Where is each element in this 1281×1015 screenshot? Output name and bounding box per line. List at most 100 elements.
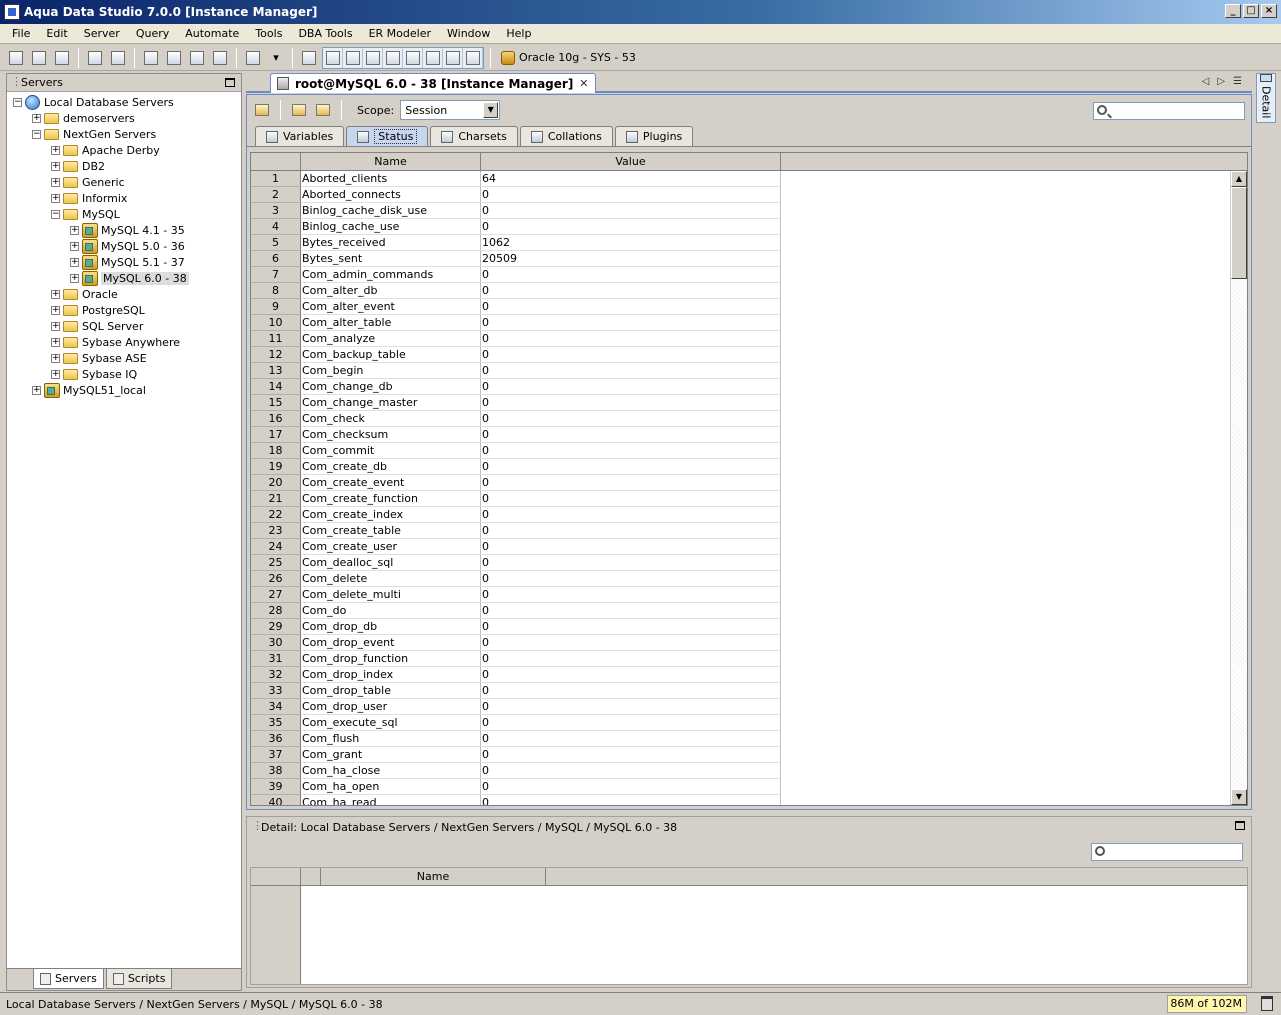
table-row[interactable]: 32 Com_drop_index 0: [251, 667, 1247, 683]
status-name-cell[interactable]: Com_drop_table: [301, 683, 481, 699]
chart-view-icon[interactable]: [403, 47, 423, 68]
menu-query[interactable]: Query: [128, 27, 177, 40]
status-value-cell[interactable]: 0: [481, 219, 781, 235]
flush-icon[interactable]: [290, 101, 308, 119]
tab-status[interactable]: Status: [346, 126, 429, 146]
expand-icon[interactable]: +: [51, 193, 60, 203]
tree-node[interactable]: + MySQL 5.0 - 36: [11, 238, 237, 254]
expand-icon[interactable]: +: [70, 225, 79, 235]
status-name-cell[interactable]: Com_ha_open: [301, 779, 481, 795]
menu-file[interactable]: File: [4, 27, 38, 40]
table-row[interactable]: 27 Com_delete_multi 0: [251, 587, 1247, 603]
status-value-cell[interactable]: 0: [481, 779, 781, 795]
expand-icon[interactable]: +: [70, 273, 79, 283]
table-row[interactable]: 11 Com_analyze 0: [251, 331, 1247, 347]
tree-node[interactable]: − Local Database Servers: [11, 94, 237, 110]
table-row[interactable]: 10 Com_alter_table 0: [251, 315, 1247, 331]
expand-icon[interactable]: +: [51, 321, 60, 331]
table-row[interactable]: 12 Com_backup_table 0: [251, 347, 1247, 363]
tree-node[interactable]: + Sybase IQ: [11, 366, 237, 382]
expand-icon[interactable]: +: [51, 369, 60, 379]
table-row[interactable]: 9 Com_alter_event 0: [251, 299, 1247, 315]
refresh-icon[interactable]: [253, 101, 271, 119]
status-name-cell[interactable]: Com_analyze: [301, 331, 481, 347]
restore-panel-icon[interactable]: [1235, 821, 1245, 830]
report-view-icon[interactable]: [443, 47, 463, 68]
table-row[interactable]: 34 Com_drop_user 0: [251, 699, 1247, 715]
table-row[interactable]: 26 Com_delete 0: [251, 571, 1247, 587]
table-row[interactable]: 36 Com_flush 0: [251, 731, 1247, 747]
status-value-cell[interactable]: 0: [481, 747, 781, 763]
table-row[interactable]: 5 Bytes_received 1062: [251, 235, 1247, 251]
tab-scripts[interactable]: Scripts: [105, 969, 173, 989]
table-row[interactable]: 28 Com_do 0: [251, 603, 1247, 619]
status-value-cell[interactable]: 0: [481, 491, 781, 507]
menu-window[interactable]: Window: [439, 27, 498, 40]
status-name-cell[interactable]: Com_create_user: [301, 539, 481, 555]
status-value-cell[interactable]: 0: [481, 699, 781, 715]
table-row[interactable]: 39 Com_ha_open 0: [251, 779, 1247, 795]
vertical-scrollbar[interactable]: ▲ ▼: [1230, 171, 1247, 805]
status-name-cell[interactable]: Com_delete_multi: [301, 587, 481, 603]
status-name-cell[interactable]: Com_checksum: [301, 427, 481, 443]
tab-left-icon[interactable]: ◁: [1202, 76, 1210, 87]
tab-list-icon[interactable]: ☰: [1233, 76, 1242, 87]
status-value-cell[interactable]: 0: [481, 715, 781, 731]
status-name-cell[interactable]: Com_change_db: [301, 379, 481, 395]
status-value-cell[interactable]: 0: [481, 651, 781, 667]
unregister-server-icon[interactable]: [29, 48, 49, 68]
menu-dba-tools[interactable]: DBA Tools: [290, 27, 360, 40]
status-name-cell[interactable]: Binlog_cache_use: [301, 219, 481, 235]
table-row[interactable]: 17 Com_checksum 0: [251, 427, 1247, 443]
status-value-cell[interactable]: 64: [481, 171, 781, 187]
status-name-cell[interactable]: Com_begin: [301, 363, 481, 379]
status-name-cell[interactable]: Com_drop_user: [301, 699, 481, 715]
table-row[interactable]: 14 Com_change_db 0: [251, 379, 1247, 395]
split-view-icon[interactable]: [343, 47, 363, 68]
scroll-up-icon[interactable]: ▲: [1231, 171, 1247, 187]
table-row[interactable]: 40 Com_ha_read 0: [251, 795, 1247, 805]
detail-filter-input[interactable]: [1091, 843, 1243, 861]
status-name-cell[interactable]: Aborted_clients: [301, 171, 481, 187]
table-row[interactable]: 3 Binlog_cache_disk_use 0: [251, 203, 1247, 219]
status-name-cell[interactable]: Com_grant: [301, 747, 481, 763]
tree-node[interactable]: + Apache Derby: [11, 142, 237, 158]
tree-node[interactable]: + Informix: [11, 190, 237, 206]
status-value-cell[interactable]: 0: [481, 363, 781, 379]
status-value-cell[interactable]: 0: [481, 635, 781, 651]
status-name-cell[interactable]: Binlog_cache_disk_use: [301, 203, 481, 219]
table-row[interactable]: 23 Com_create_table 0: [251, 523, 1247, 539]
status-name-cell[interactable]: Com_commit: [301, 443, 481, 459]
status-value-cell[interactable]: 0: [481, 459, 781, 475]
status-value-cell[interactable]: 0: [481, 731, 781, 747]
table-editor-icon[interactable]: [164, 48, 184, 68]
tree-node[interactable]: + MySQL 6.0 - 38: [11, 270, 237, 286]
expand-icon[interactable]: +: [51, 161, 60, 171]
status-value-cell[interactable]: 0: [481, 187, 781, 203]
status-name-cell[interactable]: Bytes_received: [301, 235, 481, 251]
detail-side-tab[interactable]: Detail: [1256, 73, 1276, 123]
table-row[interactable]: 35 Com_execute_sql 0: [251, 715, 1247, 731]
tab-right-icon[interactable]: ▷: [1217, 76, 1225, 87]
minimize-button[interactable]: _: [1225, 4, 1241, 18]
expand-icon[interactable]: +: [51, 337, 60, 347]
expand-icon[interactable]: +: [51, 289, 60, 299]
tree-node[interactable]: + MySQL51_local: [11, 382, 237, 398]
table-row[interactable]: 22 Com_create_index 0: [251, 507, 1247, 523]
expand-icon[interactable]: +: [32, 385, 41, 395]
tab-plugins[interactable]: Plugins: [614, 126, 694, 146]
status-name-cell[interactable]: Com_backup_table: [301, 347, 481, 363]
table-row[interactable]: 4 Binlog_cache_use 0: [251, 219, 1247, 235]
column-header-name[interactable]: Name: [301, 153, 481, 170]
status-value-cell[interactable]: 0: [481, 523, 781, 539]
status-name-cell[interactable]: Com_drop_event: [301, 635, 481, 651]
status-value-cell[interactable]: 1062: [481, 235, 781, 251]
status-value-cell[interactable]: 0: [481, 603, 781, 619]
maximize-button[interactable]: □: [1243, 4, 1259, 18]
table-row[interactable]: 8 Com_alter_db 0: [251, 283, 1247, 299]
status-name-cell[interactable]: Com_create_event: [301, 475, 481, 491]
dropdown-arrow-icon[interactable]: ▾: [266, 48, 286, 68]
scroll-down-icon[interactable]: ▼: [1231, 789, 1247, 805]
garbage-collect-icon[interactable]: [1261, 996, 1273, 1011]
form-view-icon[interactable]: [463, 47, 483, 68]
